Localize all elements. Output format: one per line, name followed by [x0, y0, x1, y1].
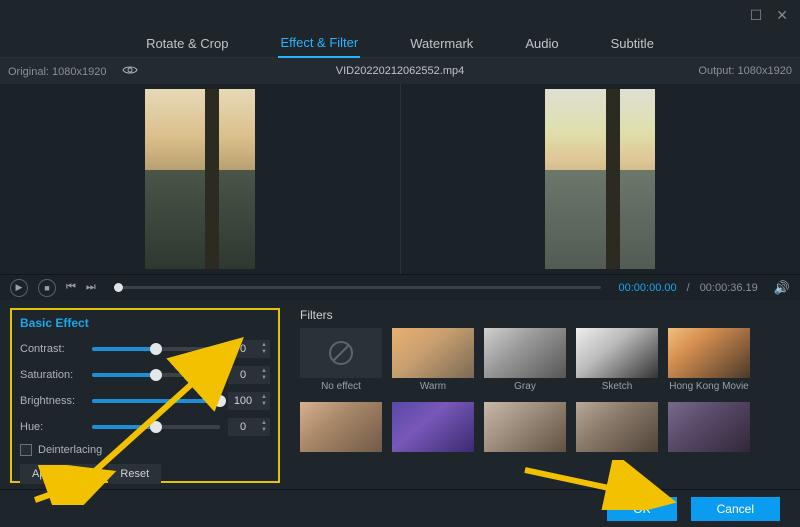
deinterlacing-row: Deinterlacing [20, 444, 270, 456]
stop-button[interactable]: ■ [38, 279, 56, 297]
contrast-label: Contrast: [20, 343, 84, 355]
filter-label: Sketch [602, 381, 633, 392]
lower-area: Basic Effect Contrast: 0 ▲▼ Saturation: … [0, 300, 800, 489]
preview-original-image [145, 89, 255, 269]
info-bar: Original: 1080x1920 VID20220212062552.mp… [0, 58, 800, 84]
filter-hong-kong-movie[interactable]: Hong Kong Movie [668, 328, 750, 392]
tab-subtitle[interactable]: Subtitle [609, 30, 656, 57]
filter-item[interactable] [484, 402, 566, 452]
filter-sketch[interactable]: Sketch [576, 328, 658, 392]
filter-thumb [576, 402, 658, 452]
time-duration: 00:00:36.19 [700, 282, 758, 294]
filter-no-effect[interactable]: No effect [300, 328, 382, 392]
filter-thumb [668, 402, 750, 452]
filter-thumb [392, 328, 474, 378]
filter-thumb [576, 328, 658, 378]
apply-to-all-button[interactable]: Apply to All [20, 464, 98, 484]
window-maximize-button[interactable]: ☐ [750, 7, 763, 24]
tab-effect-filter[interactable]: Effect & Filter [278, 29, 360, 58]
filter-item[interactable] [576, 402, 658, 452]
filter-thumb [484, 402, 566, 452]
chevron-down-icon[interactable]: ▼ [258, 427, 270, 434]
filter-thumb [392, 402, 474, 452]
tab-rotate-crop[interactable]: Rotate & Crop [144, 30, 230, 57]
cancel-button[interactable]: Cancel [691, 497, 780, 521]
basic-effect-panel: Basic Effect Contrast: 0 ▲▼ Saturation: … [0, 300, 290, 489]
saturation-slider[interactable] [92, 373, 220, 377]
time-sep: / [687, 282, 690, 294]
brightness-label: Brightness: [20, 395, 84, 407]
saturation-row: Saturation: 0 ▲▼ [20, 362, 270, 388]
saturation-label: Saturation: [20, 369, 84, 381]
basic-effect-title: Basic Effect [20, 316, 270, 330]
no-effect-icon [300, 328, 382, 378]
filter-no-effect-label: No effect [321, 381, 361, 392]
filter-item[interactable] [668, 402, 750, 452]
preview-output-image [545, 89, 655, 269]
hue-spinner[interactable]: 0 ▲▼ [228, 418, 270, 436]
original-resolution-label: Original: 1080x1920 [8, 65, 138, 78]
deinterlacing-label: Deinterlacing [38, 444, 102, 456]
chevron-up-icon[interactable]: ▲ [258, 342, 270, 349]
eye-icon[interactable] [122, 66, 138, 78]
filter-item[interactable] [392, 402, 474, 452]
tab-watermark[interactable]: Watermark [408, 30, 475, 57]
tab-audio[interactable]: Audio [523, 30, 560, 57]
filter-thumb [668, 328, 750, 378]
next-frame-button[interactable]: ⏭ [86, 281, 96, 294]
preview-original [0, 84, 400, 274]
hue-slider[interactable] [92, 425, 220, 429]
timeline-slider[interactable] [114, 286, 601, 289]
chevron-down-icon[interactable]: ▼ [258, 349, 270, 356]
filter-thumb [484, 328, 566, 378]
brightness-row: Brightness: 100 ▲▼ [20, 388, 270, 414]
volume-icon[interactable]: 🔊 [774, 280, 790, 296]
saturation-spinner[interactable]: 0 ▲▼ [228, 366, 270, 384]
titlebar: ☐ ✕ [0, 0, 800, 30]
chevron-down-icon[interactable]: ▼ [258, 401, 270, 408]
filter-gray[interactable]: Gray [484, 328, 566, 392]
chevron-up-icon[interactable]: ▲ [258, 394, 270, 401]
hue-row: Hue: 0 ▲▼ [20, 414, 270, 440]
hue-label: Hue: [20, 421, 84, 433]
filters-panel: Filters No effect Warm Gray Sketch [290, 300, 800, 489]
filter-label: Warm [420, 381, 446, 392]
chevron-up-icon[interactable]: ▲ [258, 368, 270, 375]
chevron-down-icon[interactable]: ▼ [258, 375, 270, 382]
filters-title: Filters [300, 308, 790, 322]
output-resolution-label: Output: 1080x1920 [698, 65, 792, 77]
window-close-button[interactable]: ✕ [776, 7, 788, 24]
filename-label: VID20220212062552.mp4 [336, 65, 464, 77]
filter-label: Gray [514, 381, 536, 392]
brightness-spinner[interactable]: 100 ▲▼ [228, 392, 270, 410]
filter-warm[interactable]: Warm [392, 328, 474, 392]
play-button[interactable]: ▶ [10, 279, 28, 297]
chevron-up-icon[interactable]: ▲ [258, 420, 270, 427]
filter-label: Hong Kong Movie [669, 381, 749, 392]
contrast-slider[interactable] [92, 347, 220, 351]
filter-thumb [300, 402, 382, 452]
filter-item[interactable] [300, 402, 382, 452]
playback-controls: ▶ ■ ⏮ ⏭ 00:00:00.00 / 00:00:36.19 🔊 [0, 274, 800, 300]
brightness-slider[interactable] [92, 399, 220, 403]
top-tabs: Rotate & Crop Effect & Filter Watermark … [0, 30, 800, 58]
contrast-spinner[interactable]: 0 ▲▼ [228, 340, 270, 358]
preview-output [400, 84, 800, 274]
preview-area [0, 84, 800, 274]
prev-frame-button[interactable]: ⏮ [66, 281, 76, 294]
reset-button[interactable]: Reset [108, 464, 161, 484]
ok-button[interactable]: OK [607, 497, 676, 521]
contrast-row: Contrast: 0 ▲▼ [20, 336, 270, 362]
footer: OK Cancel [0, 489, 800, 527]
time-current: 00:00:00.00 [619, 282, 677, 294]
deinterlacing-checkbox[interactable] [20, 444, 32, 456]
